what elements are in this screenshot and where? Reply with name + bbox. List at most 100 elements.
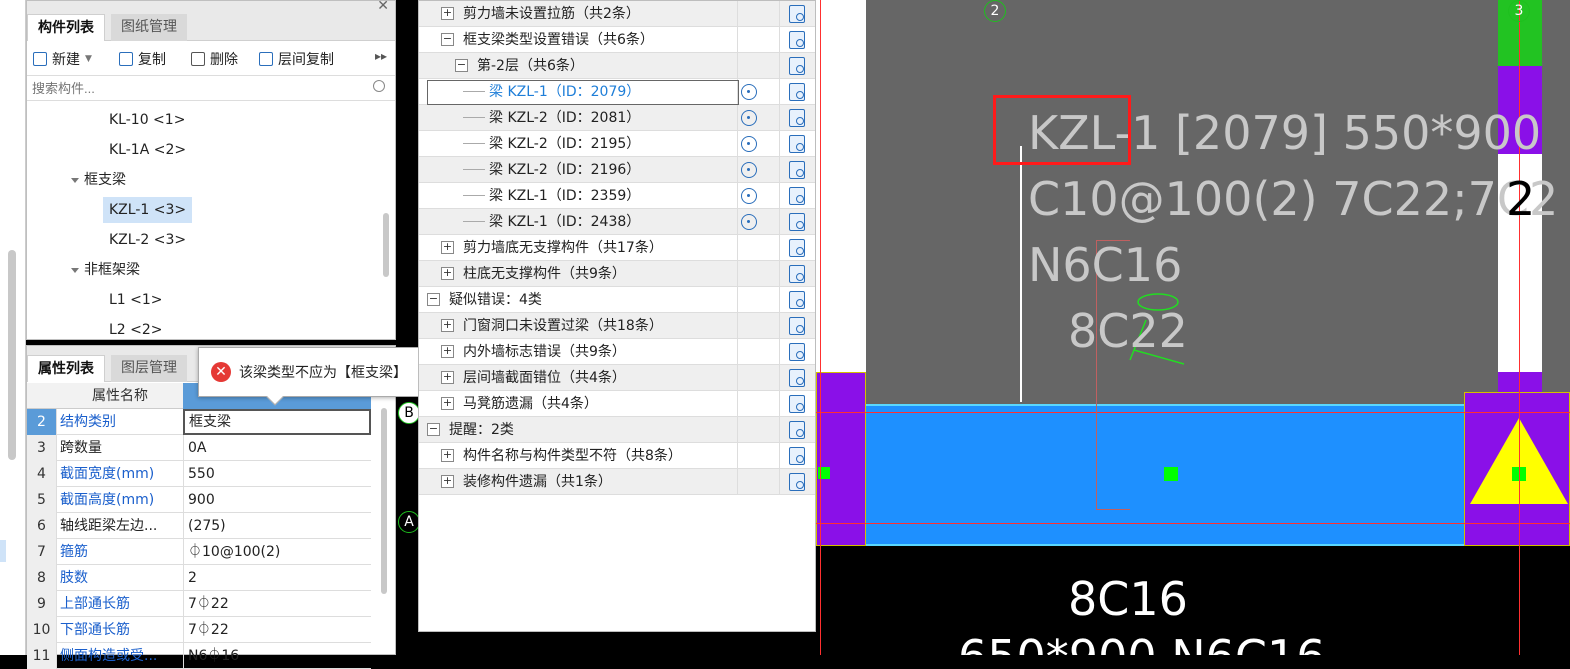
floor-copy-button[interactable]: 层间复制 [259, 49, 334, 69]
property-scrollbar[interactable] [381, 408, 387, 594]
report-icon[interactable] [789, 187, 805, 205]
cad-canvas[interactable]: 2 3 KZL-1 [2079] 550*900 C10@100(2) 7C22… [816, 0, 1570, 655]
collapse-toggle[interactable]: − [441, 33, 454, 46]
tab-property-list[interactable]: 属性列表 [27, 355, 105, 382]
delete-button[interactable]: 删除 [191, 49, 238, 69]
check-row[interactable]: + 剪力墙未设置拉筋（共2条） [419, 1, 815, 27]
check-row[interactable]: 梁 KZL-2（ID：2195） [419, 131, 815, 157]
property-row[interactable]: 7 箍筋 ⏀10@100(2) [27, 539, 371, 565]
check-row[interactable]: + 内外墙标志错误（共9条） [419, 339, 815, 365]
search-icon[interactable] [373, 80, 385, 92]
check-row[interactable]: + 剪力墙底无支撑构件（共17条） [419, 235, 815, 261]
tree-item[interactable]: KL-10 <1> [109, 107, 185, 133]
expand-toggle[interactable]: + [441, 319, 454, 332]
locate-icon[interactable] [741, 136, 757, 152]
check-row[interactable]: − 框支梁类型设置错误（共6条） [419, 27, 815, 53]
expand-triangle-icon[interactable] [71, 177, 79, 183]
check-row[interactable]: 梁 KZL-1（ID：2359） [419, 183, 815, 209]
report-icon[interactable] [789, 343, 805, 361]
new-button[interactable]: 新建 ▼ [33, 49, 92, 69]
check-category-row[interactable]: − 疑似错误：4类 [419, 287, 815, 313]
property-row[interactable]: 4 截面宽度(mm) 550 [27, 461, 371, 487]
grip-handle[interactable] [1164, 467, 1178, 481]
check-row[interactable]: − 第-2层（共6条） [419, 53, 815, 79]
left-scrollbar[interactable] [8, 250, 16, 460]
report-icon[interactable] [789, 473, 805, 491]
tree-scrollbar[interactable] [383, 213, 389, 277]
report-icon[interactable] [789, 317, 805, 335]
report-icon[interactable] [789, 239, 805, 257]
report-icon[interactable] [789, 447, 805, 465]
beam-kzl-1[interactable] [866, 404, 1516, 546]
expand-toggle[interactable]: + [441, 475, 454, 488]
collapse-toggle[interactable]: − [455, 59, 468, 72]
check-row[interactable]: + 马凳筋遗漏（共4条） [419, 391, 815, 417]
close-icon[interactable]: ✕ [377, 0, 389, 14]
tree-item-selected[interactable]: KZL-1 <3> [103, 197, 193, 223]
expand-toggle[interactable]: + [441, 345, 454, 358]
tree-item[interactable]: KZL-2 <3> [109, 227, 186, 253]
check-row[interactable]: + 层间墙截面错位（共4条） [419, 365, 815, 391]
copy-button[interactable]: 复制 [119, 49, 166, 69]
report-icon[interactable] [789, 57, 805, 75]
column-right-purple-lower[interactable] [1498, 372, 1542, 394]
check-row[interactable]: + 柱底无支撑构件（共9条） [419, 261, 815, 287]
property-value-input[interactable]: 框支梁 [183, 409, 371, 435]
property-row[interactable]: 3 跨数量 0A [27, 435, 371, 461]
column-left-purple[interactable] [816, 372, 866, 546]
report-icon[interactable] [789, 161, 805, 179]
check-row[interactable]: + 门窗洞口未设置过梁（共18条） [419, 313, 815, 339]
report-icon[interactable] [789, 5, 805, 23]
report-icon[interactable] [789, 421, 805, 439]
check-row[interactable]: 梁 KZL-2（ID：2196） [419, 157, 815, 183]
expand-toggle[interactable]: + [441, 449, 454, 462]
property-row[interactable]: 6 轴线距梁左边... (275) [27, 513, 371, 539]
more-icon[interactable]: ▸▸ [375, 49, 387, 63]
report-icon[interactable] [789, 135, 805, 153]
tree-item[interactable]: L1 <1> [109, 287, 163, 313]
report-icon[interactable] [789, 265, 805, 283]
property-row[interactable]: 5 截面高度(mm) 900 [27, 487, 371, 513]
report-icon[interactable] [789, 213, 805, 231]
tab-drawing-management[interactable]: 图纸管理 [111, 14, 187, 41]
expand-toggle[interactable]: + [441, 241, 454, 254]
report-icon[interactable] [789, 109, 805, 127]
check-row[interactable]: 梁 KZL-2（ID：2081） [419, 105, 815, 131]
dropdown-icon[interactable]: ▼ [85, 54, 92, 64]
expand-toggle[interactable]: + [441, 371, 454, 384]
expand-triangle-icon[interactable] [71, 267, 79, 273]
report-icon[interactable] [789, 31, 805, 49]
locate-icon[interactable] [741, 110, 757, 126]
search-input[interactable] [27, 76, 347, 100]
property-row[interactable]: 10 下部通长筋 7⏀22 [27, 617, 371, 643]
property-row[interactable]: 9 上部通长筋 7⏀22 [27, 591, 371, 617]
collapse-toggle[interactable]: − [427, 423, 440, 436]
report-icon[interactable] [789, 291, 805, 309]
tree-item[interactable]: KL-1A <2> [109, 137, 186, 163]
property-row[interactable]: 8 肢数 2 [27, 565, 371, 591]
expand-toggle[interactable]: + [441, 397, 454, 410]
component-list-panel: 构件列表 图纸管理 ✕ 新建 ▼ 复制 删除 层间复制 ▸▸ KL-10 <1>… [26, 0, 396, 340]
locate-icon[interactable] [741, 188, 757, 204]
tree-group[interactable]: 框支梁 [71, 167, 126, 193]
tooltip-text: 该梁类型不应为【框支梁】 [239, 365, 407, 381]
property-row[interactable]: 2 结构类别 框支梁 [27, 409, 371, 435]
property-row[interactable]: 11 侧面构造或受... N6⏀16 [27, 643, 371, 669]
tab-layer-management[interactable]: 图层管理 [111, 355, 187, 382]
check-row[interactable]: + 构件名称与构件类型不符（共8条） [419, 443, 815, 469]
tree-item[interactable]: L2 <2> [109, 317, 163, 335]
expand-toggle[interactable]: + [441, 7, 454, 20]
report-icon[interactable] [789, 369, 805, 387]
collapse-toggle[interactable]: − [427, 293, 440, 306]
tab-component-list[interactable]: 构件列表 [27, 14, 105, 41]
locate-icon[interactable] [741, 214, 757, 230]
check-row[interactable]: 梁 KZL-1（ID：2438） [419, 209, 815, 235]
tree-group[interactable]: 非框架梁 [71, 257, 140, 283]
locate-icon[interactable] [741, 84, 757, 100]
report-icon[interactable] [789, 395, 805, 413]
locate-icon[interactable] [741, 162, 757, 178]
check-category-row[interactable]: − 提醒：2类 [419, 417, 815, 443]
report-icon[interactable] [789, 83, 805, 101]
expand-toggle[interactable]: + [441, 267, 454, 280]
check-row[interactable]: + 装修构件遗漏（共1条） [419, 469, 815, 495]
